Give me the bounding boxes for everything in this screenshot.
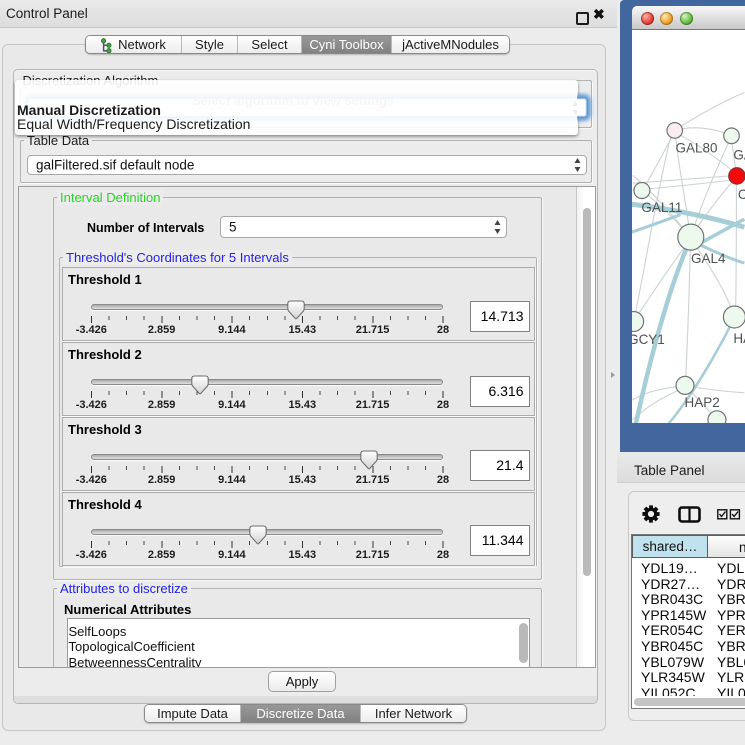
svg-text:HAP2: HAP2 bbox=[685, 395, 720, 410]
svg-text:GAL11: GAL11 bbox=[641, 200, 682, 215]
svg-text:GAL1: GAL1 bbox=[733, 147, 745, 162]
svg-text:GAL80: GAL80 bbox=[676, 140, 718, 155]
svg-text:GCY1: GCY1 bbox=[632, 332, 665, 347]
svg-text:HA: HA bbox=[733, 331, 745, 346]
svg-text:GAL4: GAL4 bbox=[691, 251, 726, 266]
svg-text:CR: CR bbox=[738, 187, 745, 202]
